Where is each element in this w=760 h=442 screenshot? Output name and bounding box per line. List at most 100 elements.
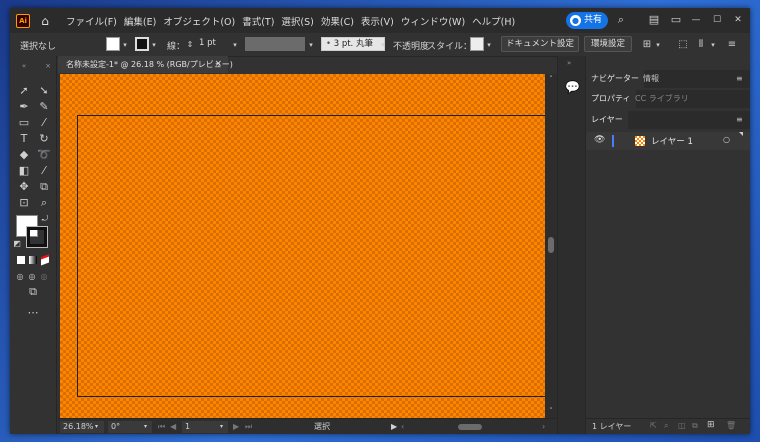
none-mode-icon[interactable] — [41, 254, 49, 266]
arrange-icon[interactable]: ⫴ — [694, 39, 708, 51]
preferences-button[interactable]: 環境設定 — [584, 36, 632, 52]
home-icon[interactable]: ⌂ — [36, 14, 54, 28]
opacity-label[interactable]: 不透明度 — [393, 39, 429, 52]
selection-tool-icon[interactable]: ➚ — [16, 84, 32, 98]
scroll-left-icon[interactable]: ‹ — [401, 421, 404, 433]
pen-tool-icon[interactable]: ✒ — [16, 100, 32, 114]
stroke-chevron-down-icon[interactable]: ▾ — [150, 39, 158, 51]
layers-menu-icon[interactable]: ≡ — [736, 111, 746, 129]
workspace-icon[interactable]: ▤ — [647, 13, 661, 27]
zoom-tool-icon[interactable]: ⌕ — [36, 196, 52, 210]
style-chevron-down-icon[interactable]: ▾ — [485, 39, 493, 51]
tab-navigator[interactable]: ナビゲーター — [586, 70, 644, 88]
shape-builder-tool-icon[interactable]: ⧉ — [36, 180, 52, 194]
menu-effect[interactable]: 効果(C) — [321, 14, 354, 28]
graphic-style-swatch[interactable] — [470, 37, 484, 51]
document-setup-button[interactable]: ドキュメント設定 — [501, 36, 579, 52]
scroll-down-icon[interactable]: ˅ — [547, 407, 555, 415]
gradient-mode-icon[interactable] — [29, 256, 37, 264]
lasso-tool-icon[interactable]: ➰ — [36, 148, 52, 162]
share-button[interactable]: ● 共有 — [566, 12, 608, 29]
paintbrush-tool-icon[interactable]: ⁄ — [36, 116, 52, 130]
clipping-mask-icon[interactable]: ◫ — [678, 421, 686, 430]
swap-colors-icon[interactable]: ⤾ — [40, 212, 50, 226]
minimize-button[interactable]: — — [689, 13, 703, 27]
default-colors-icon[interactable]: ◩ — [12, 237, 22, 251]
isolate-icon[interactable]: ⬚ — [677, 39, 689, 51]
arrange-chevron-down-icon[interactable]: ▾ — [709, 39, 717, 51]
layer-target-icon[interactable]: ○ — [723, 135, 730, 144]
profile-chevron-down-icon[interactable]: ▾ — [307, 39, 315, 51]
artboard-chevron-down-icon[interactable]: ▾ — [220, 421, 223, 433]
align-icon[interactable]: ⊞ — [640, 39, 654, 51]
rotation-chevron-down-icon[interactable]: ▾ — [144, 421, 147, 433]
menu-file[interactable]: ファイル(F) — [66, 14, 117, 28]
new-sublayer-icon[interactable]: ⧉ — [692, 421, 698, 431]
document-tab[interactable]: 名称未設定-1* @ 26.18 % (RGB/プレビュー) × — [58, 56, 233, 73]
maximize-button[interactable]: ☐ — [710, 13, 724, 27]
close-icon[interactable]: × — [40, 59, 56, 73]
pencil-tool-icon[interactable]: ✎ — [36, 100, 52, 114]
search-icon[interactable]: ⌕ — [614, 13, 628, 27]
first-artboard-icon[interactable]: ⏮ — [158, 421, 165, 433]
comments-icon[interactable]: 💬 — [565, 80, 580, 94]
menu-select[interactable]: 選択(S) — [281, 14, 313, 28]
rectangle-tool-icon[interactable]: ▭ — [16, 116, 32, 130]
fill-chevron-down-icon[interactable]: ▾ — [121, 39, 129, 51]
layer-name[interactable]: レイヤー 1 — [651, 135, 693, 147]
stroke-color-box[interactable] — [26, 226, 48, 248]
tab-cc-libraries[interactable]: CC ライブラリ — [630, 90, 694, 108]
fill-swatch[interactable] — [106, 37, 120, 51]
arrange-documents-icon[interactable]: ▭ — [669, 13, 683, 27]
layer-row[interactable]: 👁 レイヤー 1 ○ — [586, 132, 750, 150]
next-artboard-icon[interactable]: ▶ — [233, 421, 239, 433]
locate-object-icon[interactable]: ⌕ — [664, 421, 668, 431]
menu-type[interactable]: 書式(T) — [242, 14, 274, 28]
collapse-icon[interactable]: « — [16, 59, 32, 73]
variable-width-profile[interactable] — [245, 37, 305, 51]
artboard-tool-icon[interactable]: ⊡ — [16, 196, 32, 210]
stroke-weight-chevron-down-icon[interactable]: ▾ — [231, 39, 239, 51]
draw-behind-icon[interactable]: ◎ — [26, 270, 38, 284]
visibility-eye-icon[interactable]: 👁 — [594, 135, 605, 145]
horizontal-scrollbar-thumb[interactable] — [458, 424, 482, 430]
stroke-swatch[interactable] — [135, 37, 149, 51]
color-mode-icon[interactable] — [17, 256, 25, 264]
canvas[interactable] — [60, 74, 547, 418]
delete-layer-icon[interactable]: 🗑 — [726, 421, 736, 430]
brush-chevron-down-icon[interactable]: ▾ — [379, 39, 387, 51]
tab-properties[interactable]: プロパティ — [586, 90, 636, 108]
panel-menu-icon[interactable]: ≡ — [736, 70, 746, 88]
new-layer-icon[interactable]: ⊞ — [707, 420, 715, 430]
menu-help[interactable]: ヘルプ(H) — [472, 14, 515, 28]
type-tool-icon[interactable]: T — [16, 132, 32, 146]
rotate-tool-icon[interactable]: ↻ — [36, 132, 52, 146]
gradient-tool-icon[interactable]: ◧ — [16, 164, 32, 178]
export-icon[interactable]: ⇱ — [650, 421, 657, 430]
brush-definition-field[interactable]: • 3 pt. 丸筆 — [321, 37, 385, 51]
menu-window[interactable]: ウィンドウ(W) — [401, 14, 465, 28]
scroll-right-icon[interactable]: › — [542, 421, 545, 433]
eraser-tool-icon[interactable]: ◆ — [16, 148, 32, 162]
status-menu-icon[interactable]: ▶ — [391, 421, 397, 433]
stepper-icon[interactable]: ⇕ — [186, 39, 194, 51]
menu-edit[interactable]: 編集(E) — [124, 14, 156, 28]
menu-object[interactable]: オブジェクト(O) — [163, 14, 235, 28]
artboard[interactable] — [77, 115, 547, 397]
menu-view[interactable]: 表示(V) — [361, 14, 394, 28]
align-chevron-down-icon[interactable]: ▾ — [654, 39, 662, 51]
expand-panels-icon[interactable]: » — [567, 59, 571, 67]
vertical-scrollbar[interactable]: ˄ ˅ — [545, 74, 557, 418]
draw-inside-icon[interactable]: ◎ — [38, 270, 50, 284]
tab-info[interactable]: 情報 — [638, 70, 664, 88]
draw-normal-icon[interactable]: ◎ — [14, 270, 26, 284]
screen-mode-icon[interactable]: ⧉ — [25, 285, 41, 299]
scroll-up-icon[interactable]: ˄ — [547, 75, 555, 83]
last-artboard-icon[interactable]: ⏭ — [245, 421, 252, 433]
eyedropper-tool-icon[interactable]: ⁄ — [36, 164, 52, 178]
previous-artboard-icon[interactable]: ◀ — [170, 421, 176, 433]
puppet-warp-tool-icon[interactable]: ✥ — [16, 180, 32, 194]
zoom-chevron-down-icon[interactable]: ▾ — [95, 421, 98, 433]
document-close-icon[interactable]: × — [214, 56, 222, 73]
close-button[interactable]: ✕ — [731, 13, 745, 27]
